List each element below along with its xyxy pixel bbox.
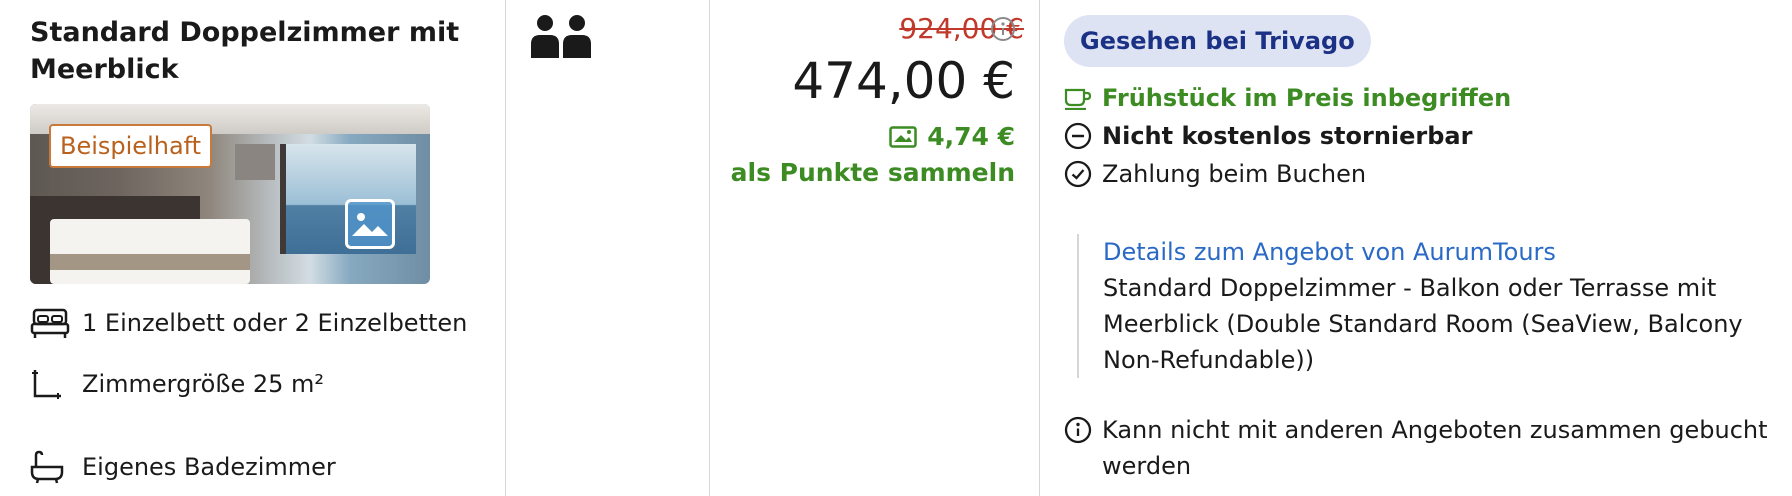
- column-divider: [505, 0, 506, 496]
- room-size-icon: [30, 367, 74, 401]
- condition-label: Nicht kostenlos stornierbar: [1102, 122, 1473, 150]
- photo-bed: [50, 219, 250, 284]
- condition-payment: Zahlung beim Buchen: [1064, 160, 1366, 188]
- condition-label: Frühstück im Preis inbegriffen: [1102, 84, 1512, 112]
- points-amount: 4,74 €: [927, 122, 1015, 151]
- points-card-icon: [889, 125, 917, 148]
- room-title[interactable]: Standard Doppelzimmer mit Meerblick: [30, 14, 490, 88]
- condition-cancellation: Nicht kostenlos stornierbar: [1064, 122, 1472, 150]
- feature-label: 1 Einzelbett oder 2 Einzelbetten: [82, 309, 468, 337]
- points-caption: als Punkte sammeln: [730, 158, 1015, 187]
- info-icon: [1064, 416, 1092, 444]
- offer-details: Details zum Angebot von AurumTours Stand…: [1077, 234, 1792, 378]
- points-value: 4,74 €: [889, 122, 1015, 151]
- current-price: 474,00 €: [792, 52, 1015, 110]
- feature-label: Zimmergröße 25 m²: [82, 370, 325, 398]
- condition-breakfast: Frühstück im Preis inbegriffen: [1064, 84, 1511, 112]
- gallery-icon[interactable]: [345, 199, 395, 249]
- image-glyph: [352, 213, 388, 236]
- booking-note-text: Kann nicht mit anderen Angeboten zusamme…: [1102, 416, 1768, 480]
- two-persons-icon: [530, 14, 592, 62]
- bathtub-icon: [30, 450, 74, 484]
- feature-beds: 1 Einzelbett oder 2 Einzelbetten: [30, 306, 467, 340]
- feature-label: Eigenes Badezimmer: [82, 453, 336, 481]
- column-divider: [709, 0, 710, 496]
- source-badge: Gesehen bei Trivago: [1064, 15, 1371, 67]
- offer-details-link[interactable]: Details zum Angebot von AurumTours: [1103, 234, 1792, 270]
- photo-wall-picture: [235, 144, 275, 180]
- offer-details-text: Standard Doppelzimmer - Balkon oder Terr…: [1103, 274, 1743, 374]
- feature-bathroom: Eigenes Badezimmer: [30, 450, 336, 484]
- booking-note: Kann nicht mit anderen Angeboten zusamme…: [1064, 412, 1784, 484]
- condition-label: Zahlung beim Buchen: [1102, 160, 1367, 188]
- feature-room-size: Zimmergröße 25 m²: [30, 367, 324, 401]
- example-photo-badge: Beispielhaft: [49, 124, 213, 168]
- price-info-icon[interactable]: [990, 16, 1016, 46]
- column-divider: [1039, 0, 1040, 496]
- minus-circle-icon: [1064, 122, 1092, 150]
- check-circle-icon: [1064, 160, 1092, 188]
- coffee-cup-icon: [1064, 84, 1092, 112]
- bed-icon: [30, 306, 74, 340]
- photo-bed-throw: [50, 254, 250, 270]
